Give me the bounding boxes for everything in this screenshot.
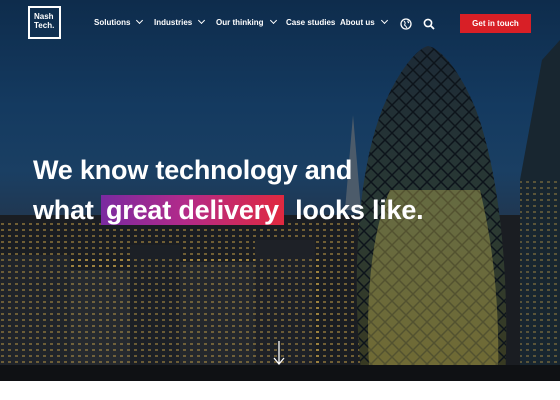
globe-icon[interactable] bbox=[400, 17, 412, 30]
chevron-down-icon bbox=[269, 16, 277, 25]
search-icon[interactable] bbox=[423, 17, 435, 30]
nav-item-label: Solutions bbox=[94, 18, 131, 27]
down-arrow-icon[interactable] bbox=[272, 340, 286, 366]
headline-highlight: great delivery bbox=[101, 195, 284, 225]
cta-label: Get in touch bbox=[472, 19, 519, 28]
nav-item-industries[interactable]: Industries bbox=[154, 16, 206, 29]
nav-item-solutions[interactable]: Solutions bbox=[94, 16, 144, 29]
chevron-down-icon bbox=[380, 16, 388, 25]
headline-text-before: what bbox=[33, 195, 94, 225]
nav-item-about-us[interactable]: About us bbox=[340, 16, 388, 29]
hero-headline: We know technology and what great delive… bbox=[33, 150, 424, 230]
get-in-touch-button[interactable]: Get in touch bbox=[460, 14, 531, 33]
nav-item-label: Industries bbox=[154, 18, 193, 27]
headline-line-2: what great delivery looks like. bbox=[33, 190, 424, 230]
chevron-down-icon bbox=[136, 16, 144, 25]
headline-line-1: We know technology and bbox=[33, 155, 353, 185]
nav-item-our-thinking[interactable]: Our thinking bbox=[216, 16, 277, 29]
nav-item-case-studies[interactable]: Case studies bbox=[286, 17, 335, 29]
nav-item-label: Our thinking bbox=[216, 18, 264, 27]
headline-text-after: looks like. bbox=[295, 195, 424, 225]
nav-item-label: About us bbox=[340, 18, 375, 27]
nav-item-label: Case studies bbox=[286, 18, 336, 27]
chevron-down-icon bbox=[198, 16, 206, 25]
hero-section: Nash Tech. Solutions Industries Our thin… bbox=[0, 0, 560, 381]
